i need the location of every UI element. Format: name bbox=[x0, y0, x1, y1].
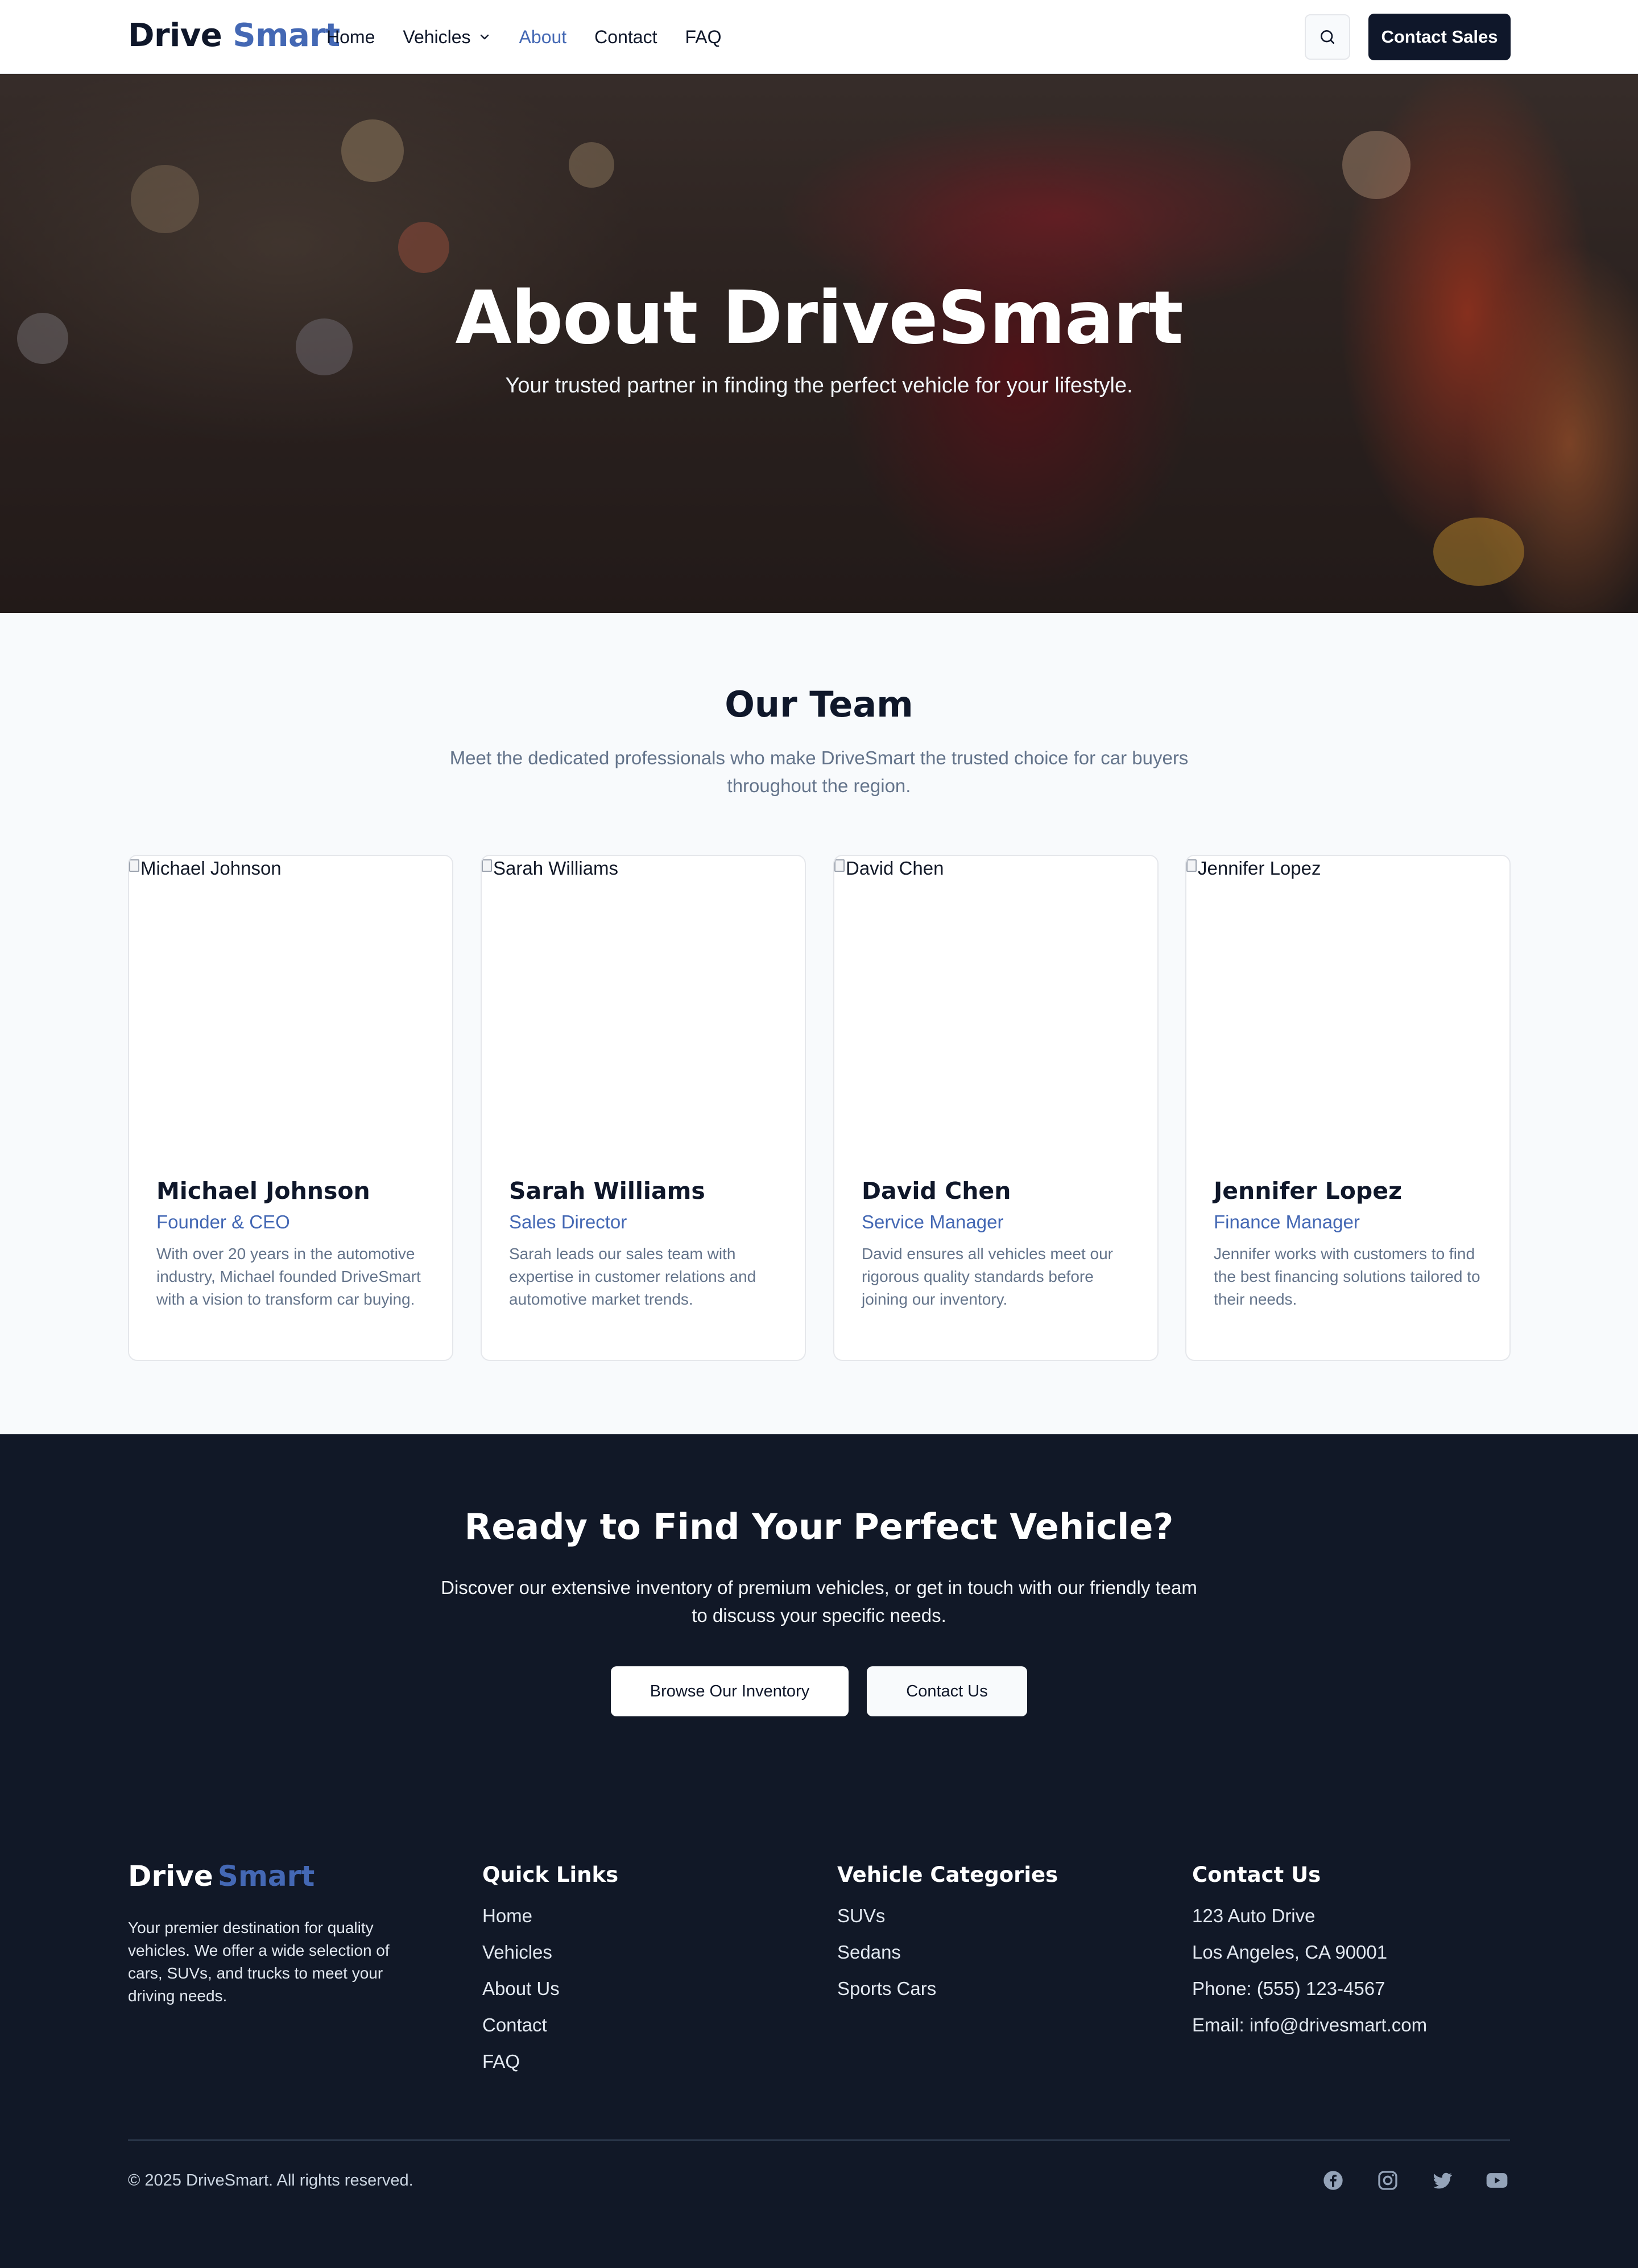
team-section-title: Our Team bbox=[725, 684, 913, 725]
team-member-role: Founder & CEO bbox=[156, 1211, 290, 1232]
photo-alt-text: Jennifer Lopez bbox=[1198, 858, 1321, 879]
hero-banner: About DriveSmart Your trusted partner in… bbox=[0, 74, 1638, 613]
team-member-bio: David ensures all vehicles meet our rigo… bbox=[862, 1245, 1113, 1308]
team-member-name: Jennifer Lopez bbox=[1214, 1177, 1402, 1205]
hero-title: About DriveSmart bbox=[455, 276, 1183, 361]
footer-address-line2: Los Angeles, CA 90001 bbox=[1192, 1942, 1388, 1963]
footer-link-home[interactable]: Home bbox=[482, 1902, 618, 1930]
team-member-bio: Jennifer works with customers to find th… bbox=[1214, 1245, 1480, 1308]
footer-phone: Phone: (555) 123-4567 bbox=[1192, 1978, 1385, 1999]
contact-sales-button[interactable]: Contact Sales bbox=[1368, 14, 1511, 60]
footer-vehicle-categories: Vehicle Categories SUVs Sedans Sports Ca… bbox=[837, 1859, 1058, 2012]
footer-link-vehicles[interactable]: Vehicles bbox=[482, 1939, 618, 1966]
footer-quick-links: Quick Links Home Vehicles About Us Conta… bbox=[482, 1859, 618, 2084]
footer-contact: Contact Us 123 Auto Drive Los Angeles, C… bbox=[1192, 1859, 1427, 2048]
contact-us-button[interactable]: Contact Us bbox=[867, 1666, 1027, 1716]
cta-text: Discover our extensive inventory of prem… bbox=[441, 1577, 1197, 1626]
copyright-text: © 2025 DriveSmart. All rights reserved. bbox=[128, 2171, 413, 2190]
main-nav: Home Vehicles About Contact FAQ bbox=[326, 24, 749, 50]
instagram-icon bbox=[1378, 2171, 1397, 2190]
cta-footer-section: Ready to Find Your Perfect Vehicle? Disc… bbox=[0, 1434, 1638, 2268]
nav-link-faq[interactable]: FAQ bbox=[685, 24, 721, 50]
team-member-bio: With over 20 years in the automotive ind… bbox=[156, 1245, 421, 1308]
team-member-photo: Jennifer Lopez bbox=[1186, 856, 1509, 1161]
team-card: Michael Johnson Michael Johnson Founder … bbox=[128, 855, 453, 1361]
nav-link-vehicles[interactable]: Vehicles bbox=[403, 24, 491, 50]
team-member-photo: Sarah Williams bbox=[482, 856, 805, 1161]
top-navbar: Drive Smart Home Vehicles About Contact … bbox=[0, 0, 1638, 74]
footer-link-contact[interactable]: Contact bbox=[482, 2012, 618, 2039]
search-icon bbox=[1321, 30, 1334, 44]
footer-column-title: Vehicle Categories bbox=[837, 1863, 1058, 1887]
nav-link-home[interactable]: Home bbox=[326, 24, 375, 50]
cta-title: Ready to Find Your Perfect Vehicle? bbox=[464, 1506, 1174, 1547]
broken-image-icon bbox=[834, 859, 845, 872]
footer-logo-part1: Drive bbox=[128, 1860, 213, 1893]
team-card: Sarah Williams Sarah Williams Sales Dire… bbox=[481, 855, 806, 1361]
footer-link-faq[interactable]: FAQ bbox=[482, 2048, 618, 2075]
footer-link-suvs[interactable]: SUVs bbox=[837, 1902, 1058, 1930]
team-member-role: Service Manager bbox=[862, 1211, 1004, 1232]
footer-link-about[interactable]: About Us bbox=[482, 1975, 618, 2002]
footer-column-title: Quick Links bbox=[482, 1863, 619, 1887]
hero-subtitle: Your trusted partner in finding the perf… bbox=[505, 374, 1133, 398]
photo-alt-text: Sarah Williams bbox=[493, 858, 619, 879]
team-member-name: David Chen bbox=[862, 1177, 1011, 1205]
team-card: David Chen David Chen Service Manager Da… bbox=[833, 855, 1159, 1361]
facebook-icon bbox=[1323, 2171, 1343, 2190]
twitter-link[interactable] bbox=[1430, 2168, 1455, 2193]
footer-link-sports-cars[interactable]: Sports Cars bbox=[837, 1975, 1058, 2002]
footer-description: Your premier destination for quality veh… bbox=[128, 1919, 390, 2005]
broken-image-icon bbox=[1186, 859, 1197, 872]
brand-logo-part2: Smart bbox=[233, 17, 340, 54]
broken-image-icon bbox=[129, 859, 139, 872]
search-button[interactable] bbox=[1305, 14, 1350, 60]
youtube-link[interactable] bbox=[1484, 2168, 1509, 2193]
nav-link-vehicles-label: Vehicles bbox=[403, 27, 471, 47]
brand-logo[interactable]: Drive Smart bbox=[128, 16, 340, 56]
facebook-link[interactable] bbox=[1321, 2168, 1346, 2193]
twitter-icon bbox=[1433, 2172, 1453, 2189]
instagram-link[interactable] bbox=[1375, 2168, 1400, 2193]
chevron-down-icon bbox=[480, 34, 489, 40]
footer-column-title: Contact Us bbox=[1192, 1863, 1321, 1887]
footer-divider bbox=[128, 2139, 1510, 2141]
photo-alt-text: Michael Johnson bbox=[140, 858, 282, 879]
team-member-bio: Sarah leads our sales team with expertis… bbox=[509, 1245, 756, 1308]
footer-link-sedans[interactable]: Sedans bbox=[837, 1939, 1058, 1966]
team-member-name: Michael Johnson bbox=[156, 1177, 370, 1205]
team-member-photo: Michael Johnson bbox=[129, 856, 452, 1161]
team-member-photo: David Chen bbox=[834, 856, 1157, 1161]
photo-alt-text: David Chen bbox=[846, 858, 944, 879]
team-member-name: Sarah Williams bbox=[509, 1177, 705, 1205]
team-member-role: Sales Director bbox=[509, 1211, 627, 1232]
brand-logo-part1: Drive bbox=[128, 17, 222, 54]
broken-image-icon bbox=[482, 859, 492, 872]
nav-link-contact[interactable]: Contact bbox=[594, 24, 657, 50]
team-section-subtitle: Meet the dedicated professionals who mak… bbox=[449, 747, 1189, 796]
footer-email: Email: info@drivesmart.com bbox=[1192, 2014, 1428, 2035]
footer-address-line1: 123 Auto Drive bbox=[1192, 1905, 1316, 1926]
team-card: Jennifer Lopez Jennifer Lopez Finance Ma… bbox=[1185, 855, 1511, 1361]
team-member-role: Finance Manager bbox=[1214, 1211, 1360, 1232]
youtube-icon bbox=[1486, 2173, 1508, 2188]
footer-logo-part2: Smart bbox=[217, 1860, 315, 1893]
nav-link-about[interactable]: About bbox=[519, 24, 567, 50]
footer-logo[interactable]: Drive Smart bbox=[128, 1858, 315, 1894]
browse-inventory-button[interactable]: Browse Our Inventory bbox=[611, 1666, 849, 1716]
